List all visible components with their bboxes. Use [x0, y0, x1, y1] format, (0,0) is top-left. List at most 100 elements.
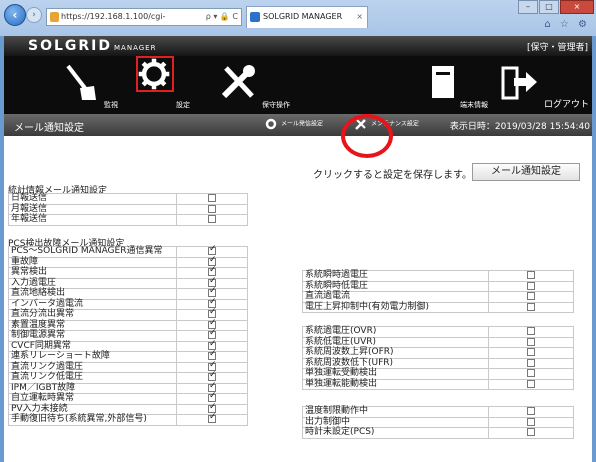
back-button[interactable]: ‹	[4, 4, 26, 26]
address-controls[interactable]: ρ ▾ 🔒 C	[206, 9, 238, 25]
row-label: CVCF同期異常	[8, 340, 177, 352]
notify-checkbox[interactable]	[527, 327, 535, 335]
row-checkbox-cell	[488, 326, 574, 338]
notify-checkbox[interactable]	[208, 245, 217, 255]
row-label: 日報送信	[8, 193, 177, 205]
row-label: 出力制御中	[302, 416, 489, 428]
notify-checkbox[interactable]	[527, 292, 535, 300]
table-row: 時計未設定(PCS)	[302, 427, 574, 439]
row-label: 重故障	[8, 256, 177, 268]
row-checkbox-cell	[488, 301, 574, 313]
row-checkbox-cell	[488, 368, 574, 380]
row-checkbox-cell	[488, 357, 574, 369]
row-checkbox-cell	[176, 214, 248, 226]
row-label: 単独運転受動検出	[302, 368, 489, 380]
tab-close-icon[interactable]: ×	[356, 7, 363, 27]
row-label: 手動復旧待ち(系統異常,外部信号)	[8, 414, 177, 426]
notify-checkbox[interactable]	[208, 204, 216, 213]
row-label: 温度制限動作中	[302, 406, 489, 418]
row-label: 電圧上昇抑制中(有効電力制御)	[302, 301, 489, 313]
menu-logout[interactable]: ログアウト	[500, 56, 590, 114]
row-label: 制御電源異常	[8, 330, 177, 342]
table-row: 電圧上昇抑制中(有効電力制御)	[302, 301, 574, 313]
row-label: PCS～SOLGRID MANAGER通信異常	[8, 246, 177, 258]
notify-checkbox[interactable]	[527, 417, 535, 426]
row-label: 単独運転能動検出	[302, 378, 489, 390]
minimize-button[interactable]: –	[518, 0, 538, 14]
menu-settings[interactable]: 設定	[136, 56, 200, 114]
notify-checkbox[interactable]	[208, 329, 217, 339]
notify-checkbox[interactable]	[208, 287, 217, 297]
notify-checkbox[interactable]	[527, 358, 535, 367]
table-row: 系統周波数低下(UFR)	[302, 357, 574, 369]
address-bar[interactable]: https://192.168.1.100/cgi- ρ ▾ 🔒 C	[46, 8, 242, 26]
table-row: 系統低電圧(UVR)	[302, 336, 574, 348]
maximize-button[interactable]: □	[539, 0, 559, 14]
main-content: クリックすると設定を保存します。 メール通知設定 統計情報メール通知設定 日報送…	[4, 136, 592, 462]
notify-checkbox[interactable]	[208, 350, 217, 360]
row-checkbox-cell	[176, 193, 248, 205]
row-checkbox-cell	[488, 270, 574, 282]
notify-checkbox[interactable]	[527, 428, 535, 436]
notify-checkbox[interactable]	[208, 215, 216, 223]
notify-checkbox[interactable]	[208, 392, 217, 402]
notify-checkbox[interactable]	[527, 407, 535, 415]
logout-icon	[501, 66, 537, 100]
row-checkbox-cell	[176, 203, 248, 215]
notify-checkbox[interactable]	[208, 371, 217, 381]
notify-checkbox[interactable]	[527, 281, 535, 290]
gear-small-icon	[265, 118, 277, 130]
row-label: 系統過電圧(OVR)	[302, 326, 489, 338]
notify-checkbox[interactable]	[527, 302, 535, 311]
mail-send-settings-button[interactable]: メール発信設定	[264, 117, 323, 131]
notify-checkbox[interactable]	[527, 271, 535, 279]
browser-toolbar-icons[interactable]: ⌂ ☆ ⚙	[544, 19, 590, 30]
browser-chrome: ‹ › https://192.168.1.100/cgi- ρ ▾ 🔒 C S…	[0, 0, 596, 36]
row-label: 素置温度異常	[8, 319, 177, 331]
row-label: 直流過電流	[302, 291, 489, 303]
table-row: 直流過電流	[302, 291, 574, 303]
row-checkbox-cell	[488, 378, 574, 390]
row-label: 系統瞬時低電圧	[302, 280, 489, 292]
row-checkbox-cell	[488, 416, 574, 428]
row-checkbox-cell	[488, 336, 574, 348]
row-label: 月報送信	[8, 203, 177, 215]
menu-logout-label: ログアウト	[544, 100, 590, 110]
table-row: 年報送信	[8, 214, 248, 226]
notify-checkbox[interactable]	[208, 308, 217, 318]
pcs-right-table-1: 系統瞬時過電圧 系統瞬時低電圧 直流過電流 電圧上昇抑制中(有効電力制御)	[302, 270, 574, 313]
table-row: 出力制御中	[302, 416, 574, 428]
menu-monitor-label: 監視	[104, 101, 118, 109]
pcs-left-table: PCS～SOLGRID MANAGER通信異常重故障異常検出入力過電圧直流地絡検…	[8, 245, 248, 426]
browser-tab[interactable]: SOLGRID MANAGER ×	[246, 6, 368, 28]
menu-terminal-info[interactable]: 端末情報	[428, 56, 488, 114]
menu-maintenance[interactable]: 保守操作	[218, 56, 308, 114]
row-label: インバータ過電流	[8, 298, 177, 310]
notify-checkbox[interactable]	[527, 348, 535, 356]
save-mail-settings-button[interactable]: メール通知設定	[472, 163, 580, 181]
brand-name: SOLGRID	[28, 38, 113, 54]
row-label: 連系リレーショート故障	[8, 351, 177, 363]
notify-checkbox[interactable]	[208, 266, 217, 276]
save-note: クリックすると設定を保存します。	[313, 170, 472, 181]
menu-monitor[interactable]: 監視	[52, 56, 118, 114]
notify-checkbox[interactable]	[527, 379, 535, 388]
display-datetime: 表示日時：2019/03/28 15:54:40	[449, 122, 590, 132]
broom-icon	[66, 64, 96, 100]
brand-sub: MANAGER	[114, 44, 157, 52]
close-button[interactable]: ×	[560, 0, 594, 14]
row-label: 直流分流出異常	[8, 309, 177, 321]
notify-checkbox[interactable]	[527, 337, 535, 346]
row-label: 直流リンク過電圧	[8, 361, 177, 373]
notify-checkbox[interactable]	[208, 194, 216, 202]
row-label: PV入力未接続	[8, 403, 177, 415]
notify-checkbox[interactable]	[527, 369, 535, 377]
notify-checkbox[interactable]	[208, 413, 217, 423]
forward-button[interactable]: ›	[26, 7, 42, 23]
row-checkbox-cell	[488, 291, 574, 303]
window-controls: – □ ×	[517, 0, 594, 16]
stats-table: 日報送信 月報送信 年報送信	[8, 193, 248, 226]
row-label: 自立運転時異常	[8, 393, 177, 405]
app-logo: SOLGRID MANAGER	[28, 38, 156, 54]
menu-maintenance-label: 保守操作	[262, 101, 290, 109]
